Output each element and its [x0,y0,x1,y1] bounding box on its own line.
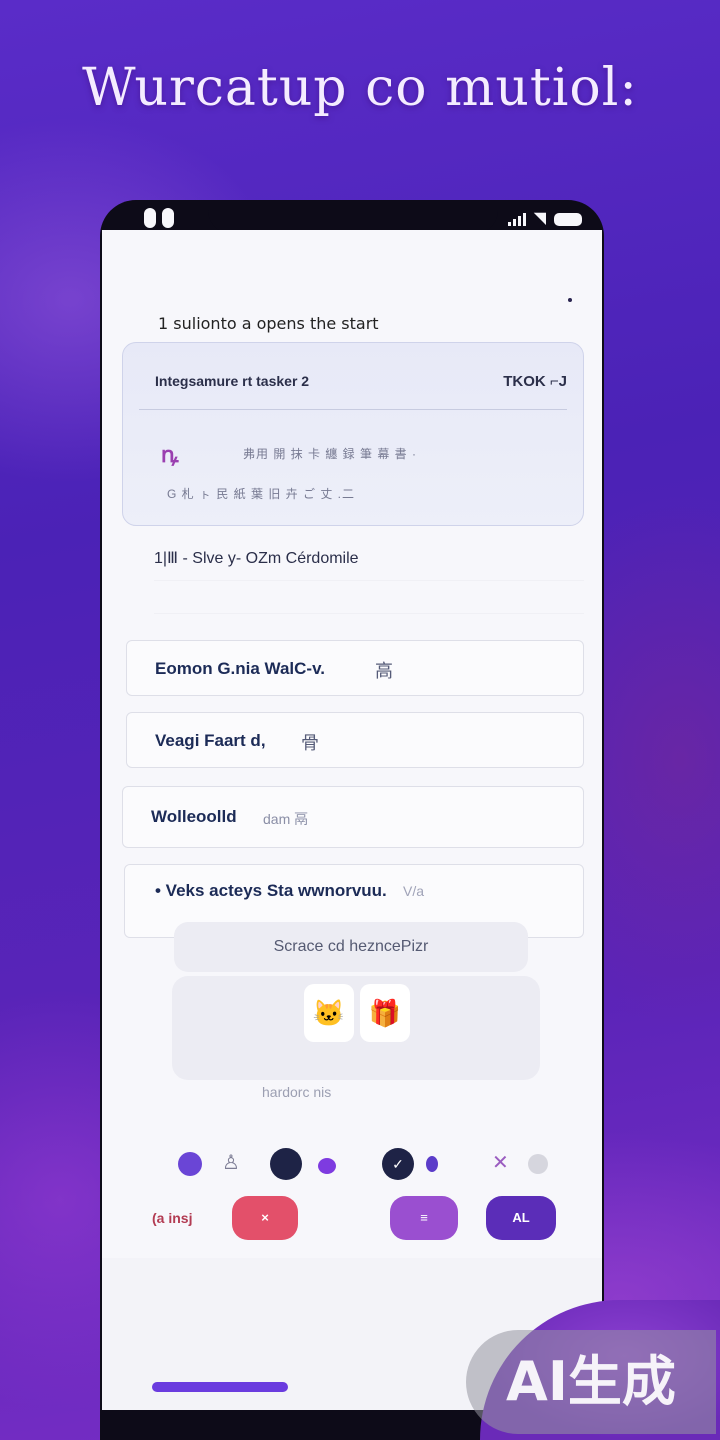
card-line-2: G 札 ㇳ 民 紙 葉 旧 卉 ご 丈 .二 [167,487,356,501]
color-dot[interactable] [318,1158,336,1174]
color-dot[interactable] [426,1156,438,1172]
list-sub-label: hardorc nis [262,1084,332,1100]
menu-button[interactable]: ≡ [390,1196,458,1240]
status-bar: ◥ [507,208,582,227]
phone-frame: ◥ 1 sulionto a opens the start Integsamu… [100,200,604,1440]
list-item-extra: V/a [403,883,425,899]
list-item[interactable]: Eomon G.nia WalC-v. ⾼ [126,640,584,696]
gift-box-icon[interactable]: 🎁 [360,984,410,1042]
list-item-label: Eomon G.nia WalC-v. [155,659,326,678]
sensor-icon [162,208,174,228]
battery-icon [554,213,582,226]
card-action-link[interactable]: TKOK ⌐J [503,373,567,390]
camera-cluster [144,208,174,228]
card-glyph-icon: ꝴ [161,442,179,467]
color-dot[interactable] [270,1148,302,1180]
wifi-icon: ◥ [533,208,546,227]
confirm-button[interactable]: AL [486,1196,556,1240]
list-item-label: Veagi Faart d, [155,731,266,750]
list-item-glyph-icon: ⾻ [301,733,319,753]
headline: Wurcatup co mutiol: [82,58,638,118]
camera-lens-icon [144,208,156,228]
color-dot[interactable] [528,1154,548,1174]
list-item[interactable]: Wolleoolld dam 鬲 [122,786,584,848]
dismiss-button[interactable]: × [232,1196,298,1240]
person-icon[interactable]: ♙ [222,1150,240,1174]
card-divider [139,409,567,410]
app-screen: 1 sulionto a opens the start Integsamure… [102,230,602,1410]
home-indicator[interactable] [152,1382,288,1392]
card-line-1: 弗用 開 抹 卡 纏 録 筆 幕 書 · [243,447,418,461]
list-item-extra: dam 鬲 [263,811,309,827]
card-title: Integsamure rt tasker 2 [155,373,310,389]
list-item-label: • Veks acteys Sta wwnorvuu. [155,881,387,900]
list-item-label: Wolleoolld [151,807,237,826]
list-item[interactable]: Veagi Faart d, ⾻ [126,712,584,768]
ai-watermark: AI生成 [466,1330,716,1434]
phone-notch [208,200,498,234]
menu-dot-icon[interactable] [568,298,572,302]
close-icon[interactable]: ✕ [492,1150,509,1174]
color-dot[interactable] [178,1152,202,1176]
gallery-label[interactable]: Scrace cd hezncePizr [174,922,528,972]
list-item-glyph-icon: ⾼ [375,661,393,681]
list-header-row: 1|Ⅲ - Slve y- OZm Cérdomile [154,550,359,567]
section-title: 1 sulionto a opens the start [158,314,379,333]
photo-panel: 🐱 🎁 [172,976,540,1080]
empty-row [154,580,584,614]
action-label: (a insj [152,1210,193,1226]
cat-icon[interactable]: 🐱 [304,984,354,1042]
summary-card[interactable]: Integsamure rt tasker 2 TKOK ⌐J ꝴ 弗用 開 抹… [122,342,584,526]
signal-icon [507,213,526,226]
option-dots-row: ♙ ✓ ✕ [178,1146,558,1182]
check-icon[interactable]: ✓ [382,1148,414,1180]
